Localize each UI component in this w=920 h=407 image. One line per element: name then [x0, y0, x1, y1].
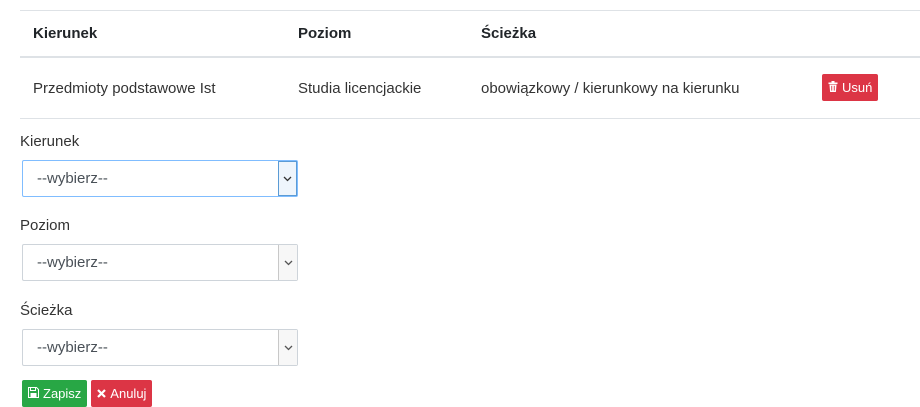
- cancel-button-label: Anuluj: [110, 386, 147, 401]
- sciezka-label: Ścieżka: [20, 302, 73, 319]
- x-icon: [97, 386, 107, 401]
- sciezka-select-value: --wybierz--: [37, 339, 108, 356]
- header-sciezka: Ścieżka: [481, 25, 537, 42]
- poziom-select-value: --wybierz--: [37, 254, 108, 271]
- poziom-label: Poziom: [20, 217, 71, 234]
- kierunek-select[interactable]: --wybierz--: [22, 160, 298, 197]
- table-row: Przedmioty podstawowe Ist Studia licencj…: [20, 58, 920, 119]
- chevron-down-icon: [278, 245, 297, 280]
- table-header: Kierunek Poziom Ścieżka: [20, 11, 920, 58]
- kierunek-label: Kierunek: [20, 133, 80, 150]
- cell-poziom: Studia licencjackie: [298, 79, 422, 97]
- floppy-disk-icon: [28, 386, 39, 401]
- chevron-down-icon: [278, 330, 297, 365]
- delete-button-label: Usuń: [842, 80, 873, 95]
- save-button-label: Zapisz: [43, 386, 82, 401]
- form-actions: Zapisz Anuluj: [22, 380, 153, 407]
- header-poziom: Poziom: [298, 25, 352, 42]
- courses-table: Kierunek Poziom Ścieżka Przedmioty podst…: [20, 10, 920, 119]
- chevron-down-icon: [278, 161, 297, 196]
- delete-button[interactable]: Usuń: [822, 74, 879, 101]
- header-kierunek: Kierunek: [33, 25, 98, 42]
- poziom-select[interactable]: --wybierz--: [22, 244, 298, 281]
- trash-icon: [828, 80, 838, 95]
- cell-kierunek: Przedmioty podstawowe Ist: [33, 79, 216, 97]
- page: Kierunek Poziom Ścieżka Przedmioty podst…: [0, 0, 920, 407]
- cancel-button[interactable]: Anuluj: [91, 380, 153, 407]
- kierunek-select-value: --wybierz--: [37, 170, 108, 187]
- save-button[interactable]: Zapisz: [22, 380, 88, 407]
- sciezka-select[interactable]: --wybierz--: [22, 329, 298, 366]
- cell-sciezka: obowiązkowy / kierunkowy na kierunku: [481, 79, 740, 97]
